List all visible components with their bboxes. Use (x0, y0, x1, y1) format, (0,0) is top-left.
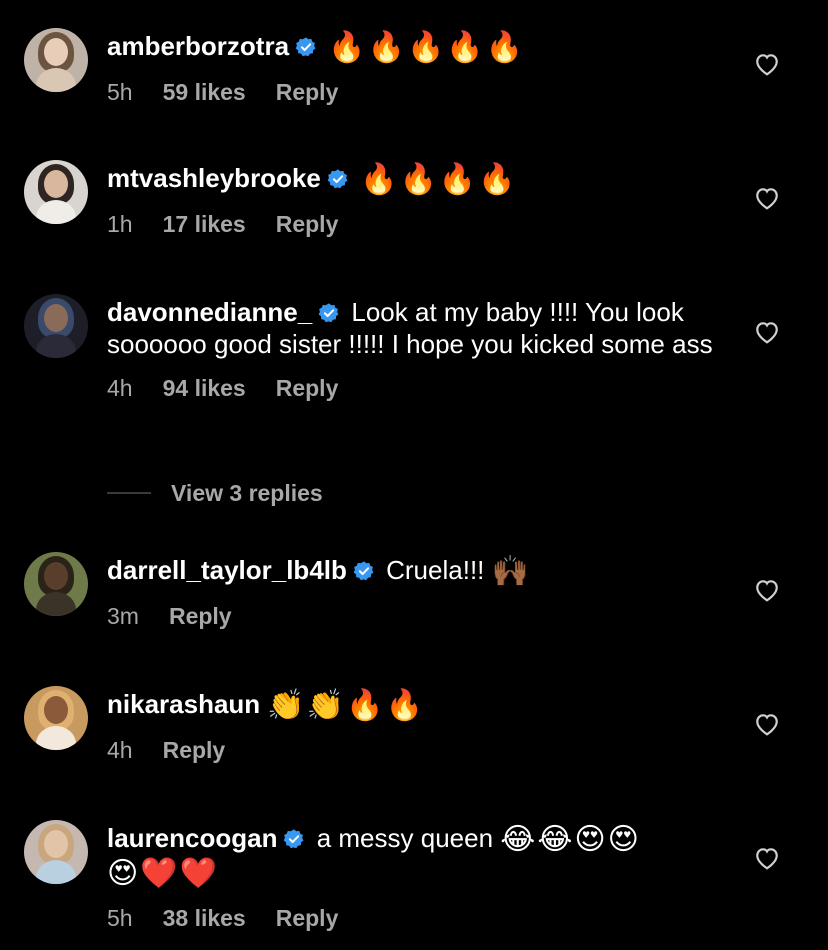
reply-button[interactable]: Reply (276, 211, 339, 237)
heart-outline-icon[interactable] (754, 846, 780, 870)
heart-outline-icon[interactable] (754, 320, 780, 344)
comment-time: 4h (107, 375, 133, 401)
replies-divider (107, 492, 151, 494)
avatar[interactable] (24, 294, 88, 358)
comment-body: nikarashaun 👏👏🔥🔥 4h Reply (107, 688, 727, 764)
reply-button[interactable]: Reply (169, 603, 232, 629)
comment-meta: 1h 17 likes Reply (107, 210, 727, 238)
heart-outline-icon[interactable] (754, 712, 780, 736)
comment-time: 5h (107, 79, 133, 105)
avatar[interactable] (24, 686, 88, 750)
comment-meta: 4h 94 likes Reply (107, 374, 727, 402)
comment-body: laurencoogan a messy queen 😂😂😍😍 😍❤️❤️ 5h… (107, 822, 727, 932)
verified-badge-icon (353, 561, 374, 581)
username[interactable]: davonnedianne_ (107, 297, 312, 327)
comment-meta: 5h 38 likes Reply (107, 904, 727, 932)
avatar[interactable] (24, 28, 88, 92)
comment-time: 4h (107, 737, 133, 763)
comment-body: amberborzotra 🔥🔥🔥🔥🔥 5h 59 likes Reply (107, 30, 727, 106)
comment-text: Cruela!!! (386, 555, 485, 585)
comment-emoji: 🔥🔥🔥🔥🔥 (328, 30, 526, 65)
verified-badge-icon (318, 303, 339, 323)
username[interactable]: nikarashaun (107, 689, 260, 719)
reply-button[interactable]: Reply (276, 905, 339, 931)
comment-emoji: 😂😂😍😍 (500, 822, 641, 857)
username[interactable]: darrell_taylor_lb4lb (107, 555, 347, 585)
username[interactable]: amberborzotra (107, 31, 289, 61)
comment-body: darrell_taylor_lb4lb Cruela!!! 🙌🏾 3m Repl… (107, 554, 727, 630)
comment-meta: 4h Reply (107, 736, 727, 764)
comment-body: davonnedianne_ Look at my baby !!!! You … (107, 296, 727, 402)
likes-count[interactable]: 59 likes (163, 79, 246, 105)
reply-button[interactable]: Reply (163, 737, 226, 763)
comment-text: a messy queen (316, 823, 494, 853)
heart-outline-icon[interactable] (754, 186, 780, 210)
username[interactable]: laurencoogan (107, 823, 277, 853)
comment-emoji: 👏👏🔥🔥 (267, 688, 425, 723)
comment-time: 3m (107, 603, 139, 629)
verified-badge-icon (327, 169, 348, 189)
comment-emoji: 🙌🏾 (491, 554, 531, 589)
likes-count[interactable]: 38 likes (163, 905, 246, 931)
comment-body: mtvashleybrooke 🔥🔥🔥🔥 1h 17 likes Reply (107, 162, 727, 238)
likes-count[interactable]: 17 likes (163, 211, 246, 237)
reply-button[interactable]: Reply (276, 79, 339, 105)
avatar[interactable] (24, 820, 88, 884)
verified-badge-icon (295, 37, 316, 57)
heart-outline-icon[interactable] (754, 578, 780, 602)
view-replies-label: View 3 replies (171, 480, 323, 506)
view-replies-button[interactable]: View 3 replies (107, 478, 323, 508)
username[interactable]: mtvashleybrooke (107, 163, 321, 193)
avatar[interactable] (24, 160, 88, 224)
verified-badge-icon (284, 829, 304, 849)
comment-meta: 3m Reply (107, 602, 727, 630)
avatar[interactable] (24, 552, 88, 616)
comment-time: 5h (107, 905, 133, 931)
comment-time: 1h (107, 211, 133, 237)
comment-emoji: 🔥🔥🔥🔥 (360, 162, 518, 197)
reply-button[interactable]: Reply (276, 375, 339, 401)
likes-count[interactable]: 94 likes (163, 375, 246, 401)
comment-emoji-line2: 😍❤️❤️ (107, 856, 219, 891)
comment-meta: 5h 59 likes Reply (107, 78, 727, 106)
heart-outline-icon[interactable] (754, 52, 780, 76)
